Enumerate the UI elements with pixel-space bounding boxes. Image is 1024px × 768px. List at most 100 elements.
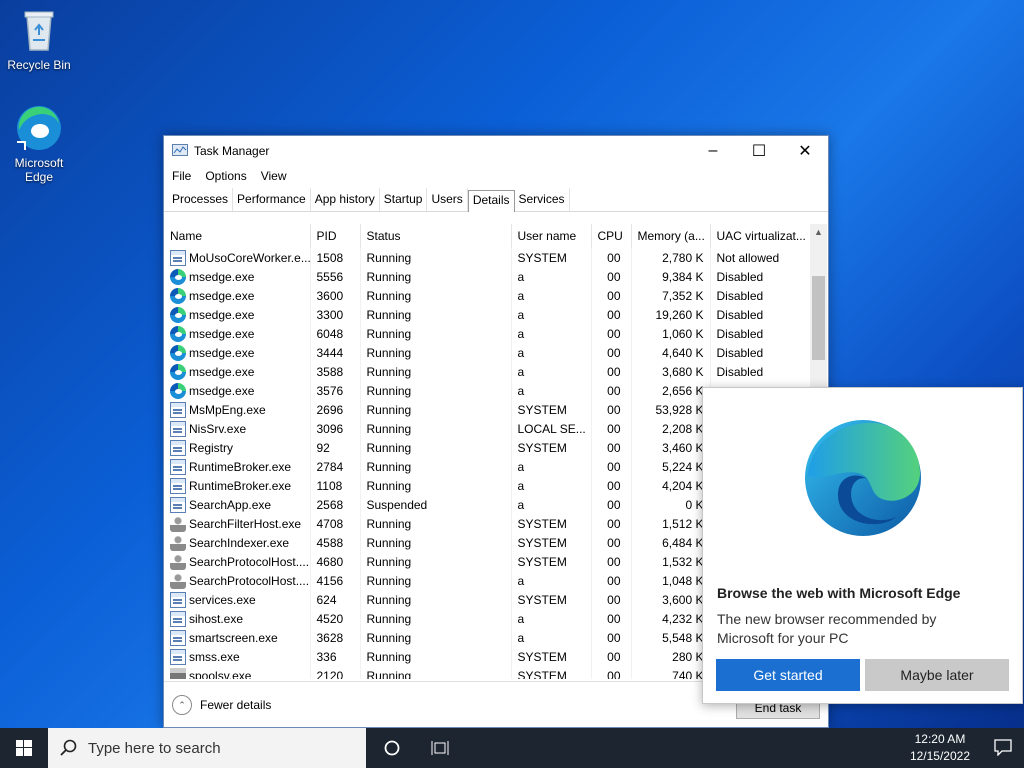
user-cell: a bbox=[511, 305, 592, 324]
table-row[interactable]: msedge.exe 5556 Running a 00 9,384 K Disabled bbox=[164, 267, 811, 286]
cpu-cell: 00 bbox=[591, 495, 632, 514]
process-edge-icon bbox=[170, 325, 186, 342]
status-cell: Running bbox=[360, 514, 512, 533]
status-cell: Running bbox=[360, 609, 512, 628]
pid-cell: 624 bbox=[310, 590, 361, 609]
column-header-uac[interactable]: UAC virtualizat... bbox=[710, 224, 811, 248]
uac-cell: Disabled bbox=[710, 324, 811, 343]
scrollbar-thumb[interactable] bbox=[812, 276, 825, 360]
tab-app-history[interactable]: App history bbox=[311, 188, 380, 211]
process-win-icon bbox=[170, 420, 186, 437]
table-row[interactable]: msedge.exe 3300 Running a 00 19,260 K Disabled bbox=[164, 305, 811, 324]
pid-cell: 3576 bbox=[310, 381, 361, 400]
column-header-memory[interactable]: Memory (a... bbox=[631, 224, 711, 248]
cpu-cell: 00 bbox=[591, 286, 632, 305]
popup-body: The new browser recommended by Microsoft… bbox=[717, 611, 937, 646]
process-win-icon bbox=[170, 458, 186, 475]
close-button[interactable]: ✕ bbox=[782, 136, 828, 166]
user-cell: a bbox=[511, 457, 592, 476]
process-name-cell: SearchProtocolHost.... bbox=[164, 571, 311, 590]
fewer-details-link[interactable]: Fewer details bbox=[200, 698, 271, 712]
system-clock[interactable]: 12:20 AM 12/15/2022 bbox=[910, 731, 970, 765]
column-header-status[interactable]: Status bbox=[360, 224, 512, 248]
cpu-cell: 00 bbox=[591, 362, 632, 381]
uac-cell: Disabled bbox=[710, 286, 811, 305]
recycle-bin-desktop-icon[interactable]: Recycle Bin bbox=[1, 6, 77, 72]
process-name-cell: msedge.exe bbox=[164, 305, 311, 324]
memory-cell: 5,224 K bbox=[631, 457, 711, 476]
memory-cell: 1,048 K bbox=[631, 571, 711, 590]
get-started-button[interactable]: Get started bbox=[716, 659, 860, 691]
cortana-icon[interactable] bbox=[368, 728, 416, 768]
maybe-later-button[interactable]: Maybe later bbox=[865, 659, 1009, 691]
table-row[interactable]: msedge.exe 3588 Running a 00 3,680 K Disabled bbox=[164, 362, 811, 381]
column-header-cpu[interactable]: CPU bbox=[591, 224, 632, 248]
user-cell: SYSTEM bbox=[511, 533, 592, 552]
tab-processes[interactable]: Processes bbox=[168, 188, 234, 211]
taskbar-search-box[interactable]: Type here to search bbox=[48, 728, 366, 768]
user-cell: a bbox=[511, 286, 592, 305]
uac-cell: Disabled bbox=[710, 362, 811, 381]
memory-cell: 4,640 K bbox=[631, 343, 711, 362]
table-row[interactable]: msedge.exe 3444 Running a 00 4,640 K Disabled bbox=[164, 343, 811, 362]
pid-cell: 1508 bbox=[310, 248, 361, 267]
process-name-cell: msedge.exe bbox=[164, 324, 311, 343]
status-cell: Running bbox=[360, 457, 512, 476]
edge-desktop-shortcut[interactable]: Microsoft Edge bbox=[1, 104, 77, 184]
column-header-user[interactable]: User name bbox=[511, 224, 592, 248]
uac-cell: Not allowed bbox=[710, 248, 811, 267]
status-cell: Running bbox=[360, 324, 512, 343]
tab-startup[interactable]: Startup bbox=[380, 188, 428, 211]
pid-cell: 1108 bbox=[310, 476, 361, 495]
menu-file[interactable]: File bbox=[172, 169, 191, 183]
scroll-up-arrow-icon[interactable]: ▲ bbox=[810, 224, 827, 241]
tab-users[interactable]: Users bbox=[427, 188, 468, 211]
pid-cell: 3628 bbox=[310, 628, 361, 647]
memory-cell: 53,928 K bbox=[631, 400, 711, 419]
process-name-cell: SearchApp.exe bbox=[164, 495, 311, 514]
process-win-icon bbox=[170, 648, 186, 665]
cpu-cell: 00 bbox=[591, 666, 632, 679]
menu-view[interactable]: View bbox=[261, 169, 287, 183]
minimize-button[interactable]: – bbox=[690, 136, 736, 166]
memory-cell: 3,680 K bbox=[631, 362, 711, 381]
header-row: Name ˆ PID Status User name CPU Memory (a… bbox=[164, 224, 811, 248]
status-cell: Running bbox=[360, 419, 512, 438]
user-cell: SYSTEM bbox=[511, 590, 592, 609]
tab-services[interactable]: Services bbox=[515, 188, 570, 211]
process-name-cell: MoUsoCoreWorker.e... bbox=[164, 248, 311, 267]
cpu-cell: 00 bbox=[591, 609, 632, 628]
menu-options[interactable]: Options bbox=[205, 169, 246, 183]
table-row[interactable]: MoUsoCoreWorker.e... 1508 Running SYSTEM 00 2… bbox=[164, 248, 811, 267]
status-cell: Running bbox=[360, 571, 512, 590]
maximize-button[interactable]: ☐ bbox=[736, 136, 782, 166]
notification-center-icon[interactable] bbox=[994, 738, 1012, 759]
memory-cell: 2,780 K bbox=[631, 248, 711, 267]
status-cell: Running bbox=[360, 476, 512, 495]
process-name-cell: RuntimeBroker.exe bbox=[164, 476, 311, 495]
cpu-cell: 00 bbox=[591, 400, 632, 419]
column-header-name[interactable]: Name ˆ bbox=[164, 224, 311, 248]
uac-cell: Disabled bbox=[710, 343, 811, 362]
cpu-cell: 00 bbox=[591, 628, 632, 647]
tab-details[interactable]: Details bbox=[467, 190, 515, 212]
process-name-cell: RuntimeBroker.exe bbox=[164, 457, 311, 476]
memory-cell: 9,384 K bbox=[631, 267, 711, 286]
title-bar[interactable]: Task Manager – ☐ ✕ bbox=[164, 136, 828, 166]
user-cell: SYSTEM bbox=[511, 400, 592, 419]
cpu-cell: 00 bbox=[591, 533, 632, 552]
column-header-pid[interactable]: PID bbox=[310, 224, 361, 248]
status-cell: Running bbox=[360, 647, 512, 666]
task-view-icon[interactable] bbox=[416, 728, 464, 768]
pid-cell: 4680 bbox=[310, 552, 361, 571]
process-win-icon bbox=[170, 610, 186, 627]
process-name-cell: msedge.exe bbox=[164, 286, 311, 305]
start-button[interactable] bbox=[0, 728, 48, 768]
task-manager-icon bbox=[172, 144, 188, 158]
collapse-chevron-icon[interactable]: ⌃ bbox=[172, 694, 192, 715]
table-row[interactable]: msedge.exe 3600 Running a 00 7,352 K Disabled bbox=[164, 286, 811, 305]
tab-performance[interactable]: Performance bbox=[233, 188, 311, 211]
status-cell: Running bbox=[360, 248, 512, 267]
user-cell: a bbox=[511, 381, 592, 400]
table-row[interactable]: msedge.exe 6048 Running a 00 1,060 K Disabled bbox=[164, 324, 811, 343]
